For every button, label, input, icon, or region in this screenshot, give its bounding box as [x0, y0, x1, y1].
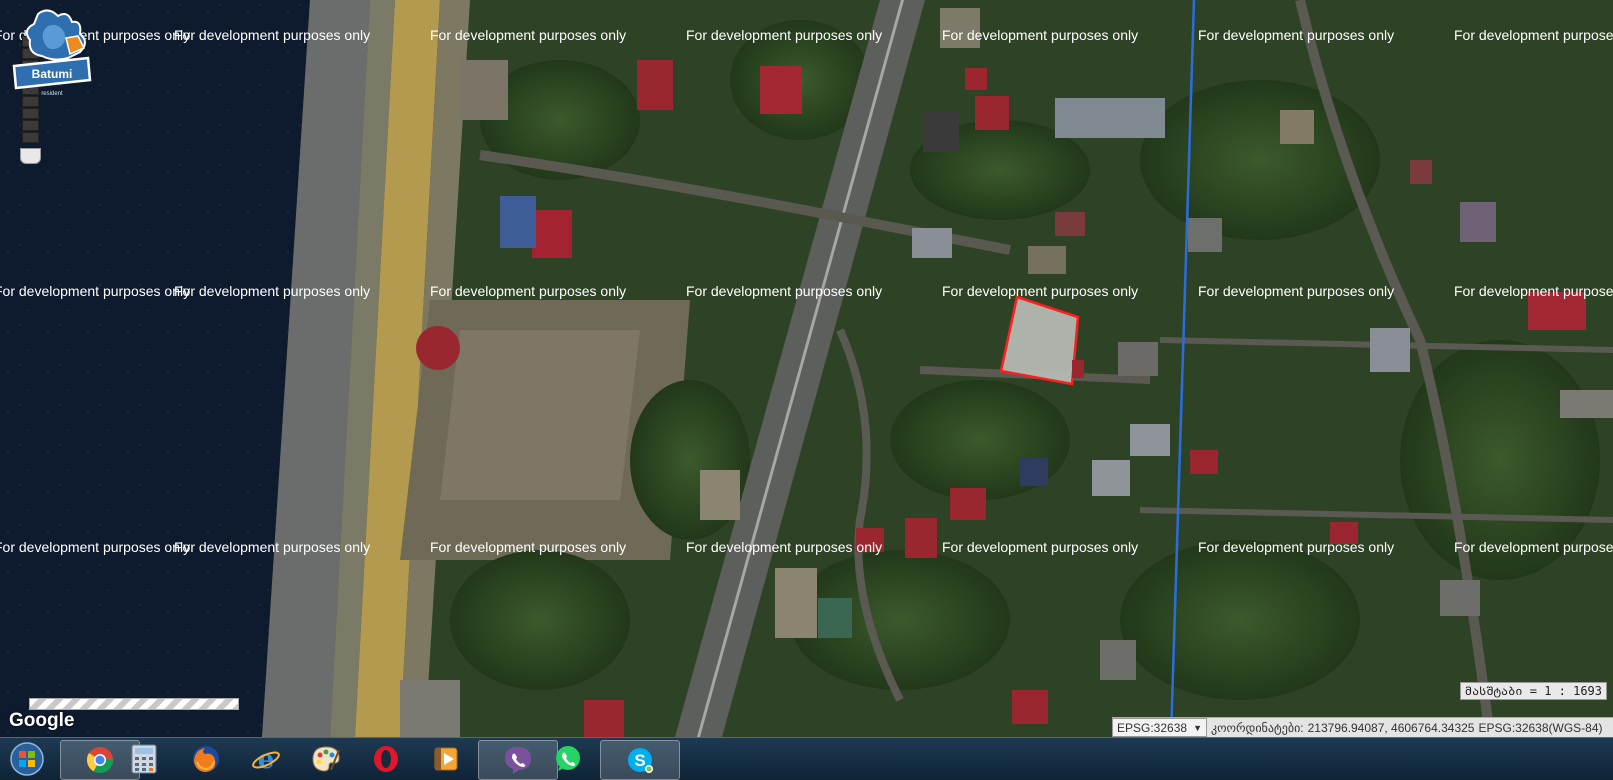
media-player-icon [434, 747, 458, 771]
taskbar-skype-button[interactable]: S [600, 740, 680, 780]
taskbar-internet-explorer-button[interactable]: e [236, 740, 296, 778]
svg-text:S: S [634, 751, 645, 770]
zoom-level-tick[interactable] [22, 120, 39, 131]
windows-orb-icon [10, 742, 44, 776]
firefox-icon [193, 746, 219, 772]
paint-palette-icon [312, 746, 340, 772]
taskbar-firefox-button[interactable] [176, 740, 236, 778]
taskbar-whatsapp-button[interactable] [538, 740, 598, 778]
logo-text: Batumi [32, 67, 73, 81]
zoom-level-tick[interactable] [22, 132, 39, 143]
zoom-slider-handle[interactable] [20, 148, 41, 164]
google-attribution: Google [9, 710, 75, 731]
taskbar-media-player-button[interactable] [416, 740, 476, 778]
projection-value: EPSG:32638 [1117, 720, 1188, 735]
opera-icon [374, 746, 398, 772]
svg-text:e: e [258, 745, 275, 774]
satellite-imagery[interactable] [0, 0, 1613, 737]
taskbar-paint-button[interactable] [296, 740, 356, 778]
skype-icon: S [628, 748, 653, 773]
batumi-resident-logo[interactable]: Batumi resident [8, 8, 96, 100]
coordinates-value: 213796.94087, 4606764.34325 [1307, 720, 1475, 735]
internet-explorer-icon: e [252, 745, 280, 774]
taskbar-opera-button[interactable] [356, 740, 416, 778]
calculator-icon [131, 744, 157, 774]
satellite-map[interactable]: For development purposes only For develo… [0, 0, 1613, 737]
crs-label: EPSG:32638(WGS-84) [1478, 720, 1603, 735]
chrome-icon [86, 747, 114, 774]
viber-icon [505, 747, 531, 774]
windows-taskbar: e S [0, 737, 1613, 780]
whatsapp-icon [556, 746, 580, 771]
zoom-level-tick[interactable] [22, 108, 39, 119]
map-status-bar: EPSG:32638 ▼ კოორდინატები: 213796.94087,… [1112, 717, 1613, 737]
coordinates-label: კოორდინატები: [1210, 720, 1304, 735]
start-button[interactable] [2, 740, 52, 778]
logo-subtext: resident [41, 91, 63, 97]
projection-select[interactable]: EPSG:32638 ▼ [1112, 718, 1207, 737]
map-scale-readout: მასშტაბი = 1 : 1693 [1459, 682, 1607, 700]
chevron-down-icon: ▼ [1193, 722, 1202, 733]
taskbar-calculator-button[interactable] [114, 740, 174, 778]
scale-bar [29, 698, 239, 710]
